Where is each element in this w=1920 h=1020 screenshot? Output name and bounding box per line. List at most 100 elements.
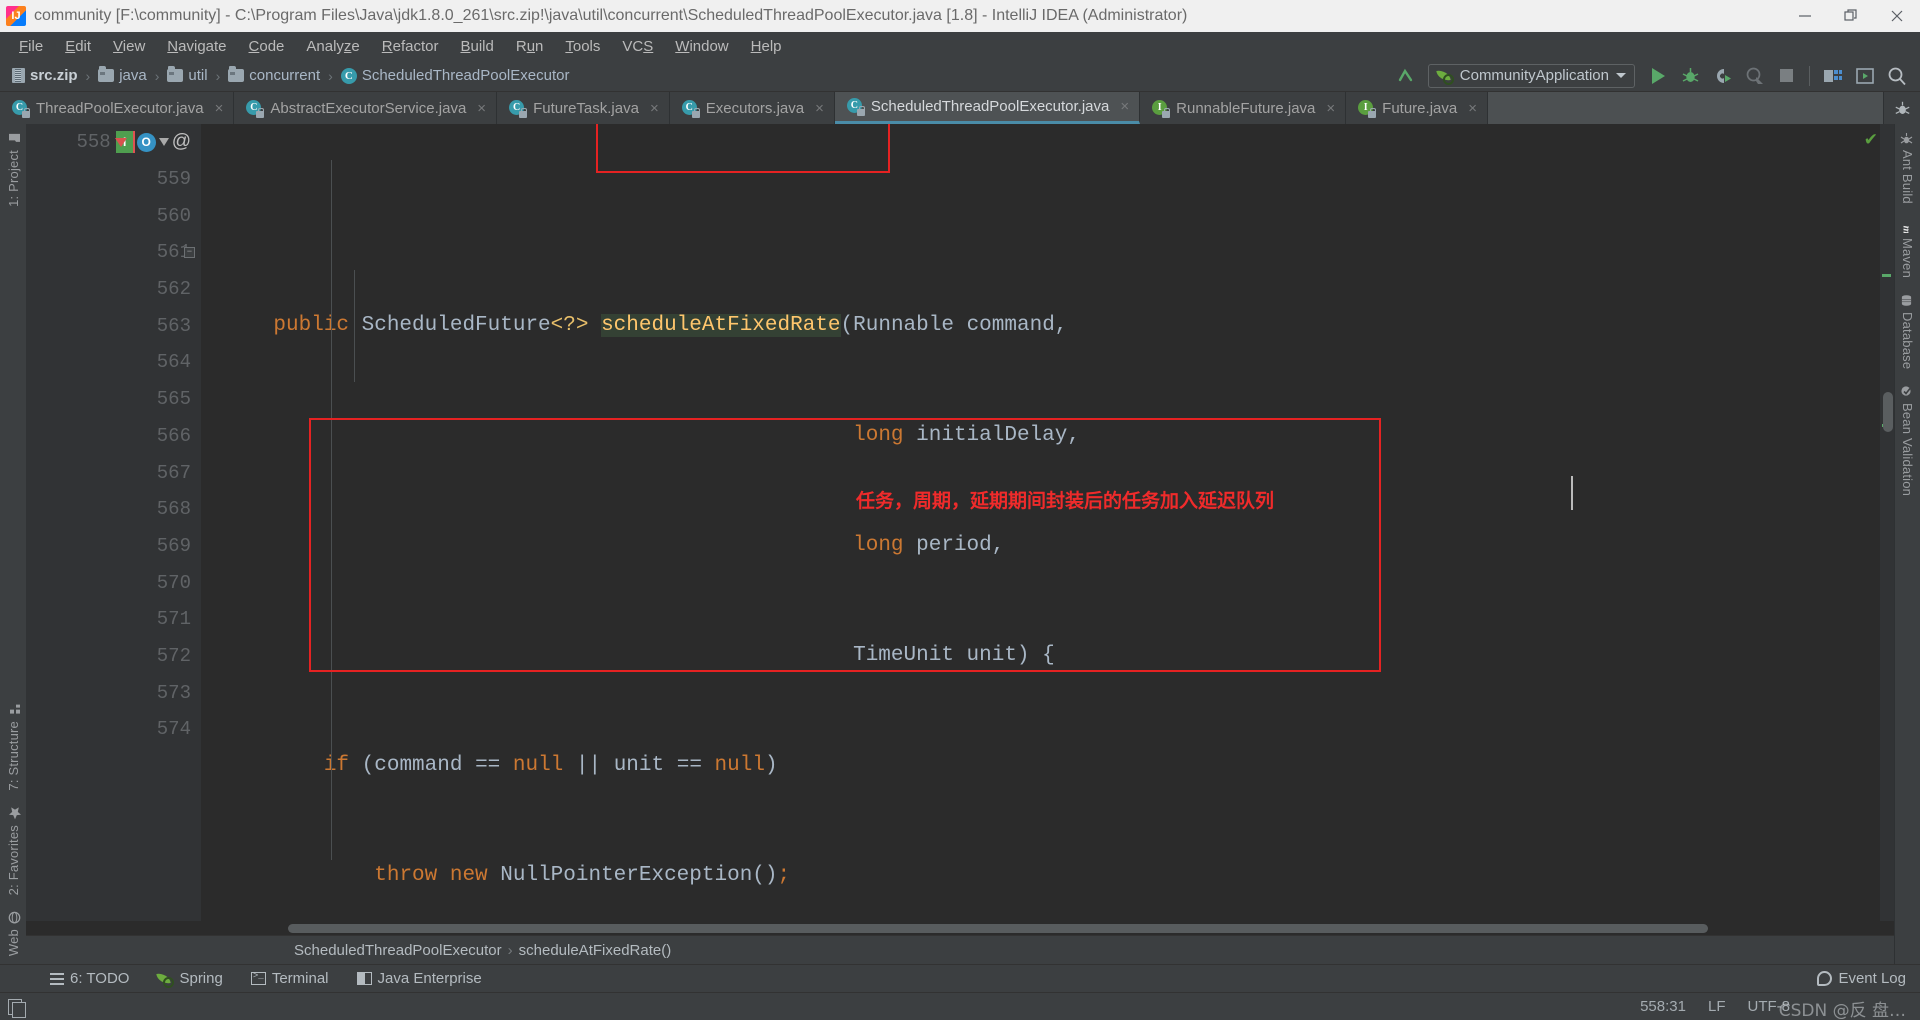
sidebar-item-bean-validation[interactable]: Bean Validation [1900,377,1915,504]
sidebar-item-favorites[interactable]: 2: Favorites [6,799,21,903]
project-structure-icon[interactable] [1818,63,1848,89]
sidebar-item-maven[interactable]: m Maven [1900,212,1915,286]
horizontal-scrollbar[interactable] [26,921,1894,935]
ant-build-stripe-top-icon[interactable] [1884,92,1920,124]
line-number: 567 [156,461,191,484]
restore-icon[interactable] [1828,0,1874,32]
line-number: 559 [156,168,191,191]
star-icon [7,806,21,820]
line-number: 558 [76,131,111,154]
menu-navigate[interactable]: Navigate [156,35,237,58]
horizontal-scrollbar-thumb[interactable] [288,924,1708,933]
close-icon[interactable]: × [1468,100,1477,117]
back-arrow-icon[interactable] [1390,63,1420,89]
tool-window-label: Spring [179,970,223,987]
editor-gutter[interactable]: 558 I O @ 559 560 561 − 562 563 564 565 … [26,124,201,921]
breadcrumb-class[interactable]: ScheduledThreadPoolExecutor [288,942,508,959]
vertical-scrollbar-thumb[interactable] [1883,392,1893,432]
close-icon[interactable]: × [815,100,824,117]
menu-help[interactable]: Help [740,35,793,58]
coverage-icon[interactable] [1707,63,1737,89]
tab-scheduled-thread-pool-executor[interactable]: C ScheduledThreadPoolExecutor.java × [834,92,1141,124]
structure-icon [7,703,20,716]
code-content[interactable]: public ScheduledFuture<?> scheduleAtFixe… [201,124,1880,921]
code-editor[interactable]: 558 I O @ 559 560 561 − 562 563 564 565 … [26,124,1894,921]
close-icon[interactable]: × [477,100,486,117]
sidebar-item-database[interactable]: Database [1900,286,1915,377]
menu-build[interactable]: Build [449,35,504,58]
maven-m-icon: m [1900,220,1914,234]
tab-thread-pool-executor[interactable]: C ThreadPoolExecutor.java × [0,92,235,124]
update-icon[interactable] [1850,63,1880,89]
profiler-icon[interactable] [1739,63,1769,89]
sidebar-item-ant-build[interactable]: Ant Build [1900,124,1915,212]
breadcrumb-separator: › [328,67,333,84]
tool-window-java-enterprise[interactable]: Java Enterprise [343,970,496,987]
debug-button[interactable] [1675,63,1705,89]
breadcrumb-separator: › [215,67,221,84]
ant-icon [1900,132,1914,145]
breadcrumb-item-concurrent[interactable]: concurrent [226,66,322,84]
svg-text:m: m [1900,225,1912,232]
code-fold-icon[interactable]: − [184,246,195,258]
menu-edit[interactable]: Edit [54,35,102,58]
close-icon[interactable]: × [1120,98,1129,115]
tab-label: FutureTask.java [533,99,639,117]
interface-locked-icon: I [1152,99,1171,118]
tool-window-terminal[interactable]: Terminal [237,970,343,987]
stop-button[interactable] [1771,63,1801,89]
menu-code[interactable]: Code [238,35,296,58]
tool-window-label: 6: TODO [70,970,130,987]
close-icon[interactable]: × [650,100,659,117]
class-locked-icon: C [846,98,865,116]
breadcrumb-item-util[interactable]: util [165,66,209,84]
line-separator[interactable]: LF [1708,998,1726,1015]
menu-file[interactable]: File [8,35,54,58]
close-icon[interactable]: × [1326,100,1335,117]
breadcrumb-label: java [119,67,147,84]
menu-refactor[interactable]: Refactor [371,35,450,58]
gutter-line: 570 [26,564,201,601]
line-number: 566 [156,424,191,447]
tab-future-task[interactable]: C FutureTask.java × [497,92,670,124]
annotation-at-icon[interactable]: @ [172,131,191,153]
gutter-markers[interactable]: I O @ [114,131,191,154]
breadcrumb-label: concurrent [249,67,321,84]
sidebar-item-structure[interactable]: 7: Structure [6,695,21,799]
breadcrumb-item-src-zip[interactable]: src.zip [10,67,80,84]
close-icon[interactable]: × [215,100,224,117]
menu-bar: File Edit View Navigate Code Analyze Ref… [0,32,1920,60]
sheet-icon[interactable] [8,998,26,1018]
editor-marker-bar[interactable]: ✔ [1864,124,1894,921]
tab-future[interactable]: I Future.java × [1346,92,1488,124]
menu-vcs[interactable]: VCS [611,35,664,58]
overriding-method-icon[interactable]: O [136,132,156,152]
menu-run[interactable]: Run [505,35,555,58]
tab-abstract-executor-service[interactable]: C AbstractExecutorService.java × [234,92,498,124]
breadcrumb-item-class[interactable]: C ScheduledThreadPoolExecutor [339,67,572,84]
window-title: community [F:\community] - C:\Program Fi… [34,7,1188,24]
gutter-line: 563 [26,307,201,344]
line-number: 562 [156,278,191,301]
run-configuration-selector[interactable]: CommunityApplication [1427,63,1635,88]
tab-runnable-future[interactable]: I RunnableFuture.java × [1140,92,1347,124]
menu-view[interactable]: View [102,35,156,58]
menu-tools[interactable]: Tools [554,35,611,58]
event-log-button[interactable]: Event Log [1817,970,1920,987]
close-icon[interactable] [1874,0,1920,32]
tool-window-todo[interactable]: 6: TODO [36,970,143,987]
breadcrumb-separator: › [85,67,91,84]
menu-analyze[interactable]: Analyze [295,35,370,58]
sidebar-item-project[interactable]: 1: Project [6,124,21,215]
marker-stripe[interactable] [1882,274,1891,277]
caret-position[interactable]: 558:31 [1640,998,1686,1015]
sidebar-item-web[interactable]: Web [6,903,21,964]
search-icon[interactable] [1882,63,1912,89]
tool-window-spring[interactable]: Spring [143,970,236,988]
menu-window[interactable]: Window [664,35,739,58]
tab-executors[interactable]: C Executors.java × [669,92,835,124]
breadcrumb-item-java[interactable]: java [96,66,149,84]
breadcrumb-method[interactable]: scheduleAtFixedRate() [513,942,678,959]
minimize-icon[interactable] [1782,0,1828,32]
run-button[interactable] [1643,63,1673,89]
